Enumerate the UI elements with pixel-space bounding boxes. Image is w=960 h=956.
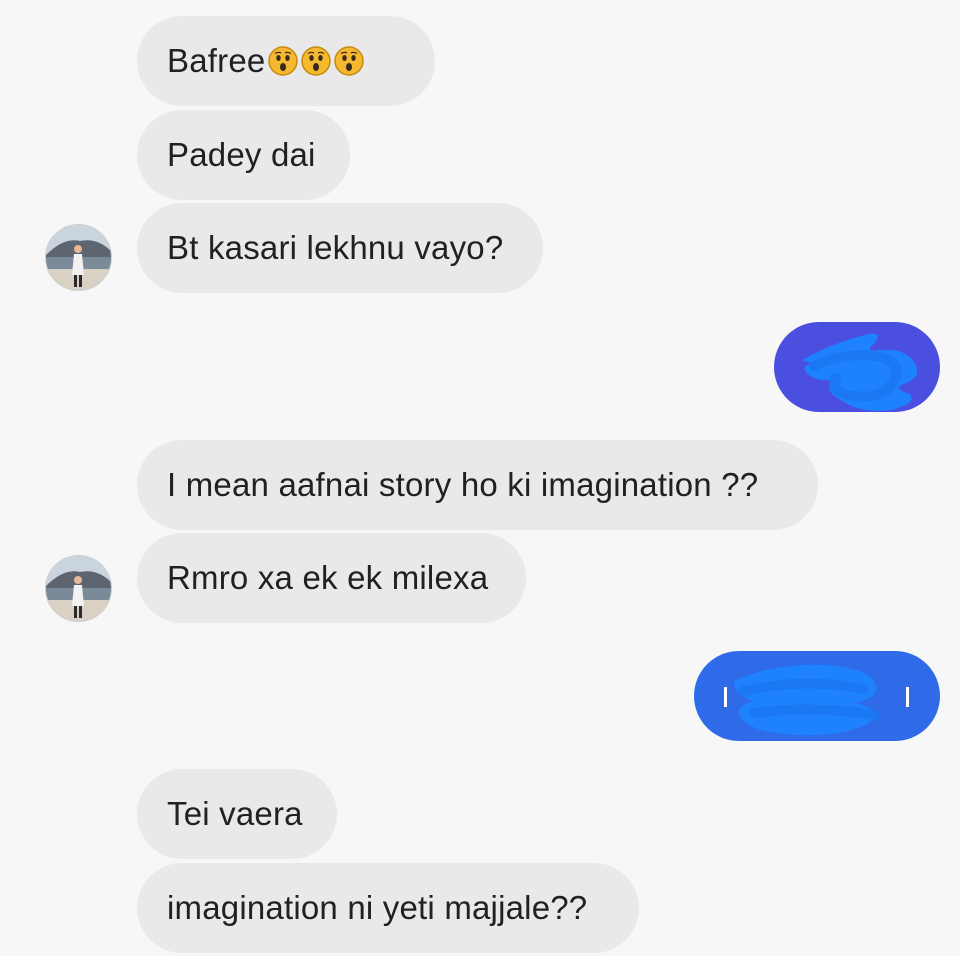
astonished-face-emoji <box>334 46 365 76</box>
redaction-scribble <box>724 664 909 736</box>
incoming-message-bubble[interactable]: Bafree <box>137 16 435 106</box>
astonished-face-emoji <box>268 46 299 76</box>
contact-avatar[interactable] <box>45 555 112 622</box>
incoming-message-bubble[interactable]: imagination ni yeti majjale?? <box>137 863 639 953</box>
astonished-face-emoji <box>301 46 332 76</box>
message-text: Tei vaera <box>167 795 303 832</box>
incoming-message-bubble[interactable]: I mean aafnai story ho ki imagination ?? <box>137 440 818 530</box>
redaction-scribble <box>802 333 918 411</box>
contact-avatar[interactable] <box>45 224 112 291</box>
message-text: imagination ni yeti majjale?? <box>167 889 588 926</box>
outgoing-message-bubble[interactable] <box>694 651 940 741</box>
message-text: Bafree <box>167 42 266 79</box>
message-text: Padey dai <box>167 136 316 173</box>
message-text: I mean aafnai story ho ki imagination ?? <box>167 466 759 503</box>
chat-thread: Bafree Padey dai Bt kasari lekhnu vayo? … <box>0 0 960 956</box>
message-text: Bt kasari lekhnu vayo? <box>167 229 504 266</box>
incoming-message-bubble[interactable]: Tei vaera <box>137 769 337 859</box>
incoming-message-bubble[interactable]: Rmro xa ek ek milexa <box>137 533 526 623</box>
outgoing-message-bubble[interactable] <box>774 322 940 412</box>
incoming-message-bubble[interactable]: Bt kasari lekhnu vayo? <box>137 203 543 293</box>
message-text: Rmro xa ek ek milexa <box>167 559 489 596</box>
incoming-message-bubble[interactable]: Padey dai <box>137 110 350 200</box>
